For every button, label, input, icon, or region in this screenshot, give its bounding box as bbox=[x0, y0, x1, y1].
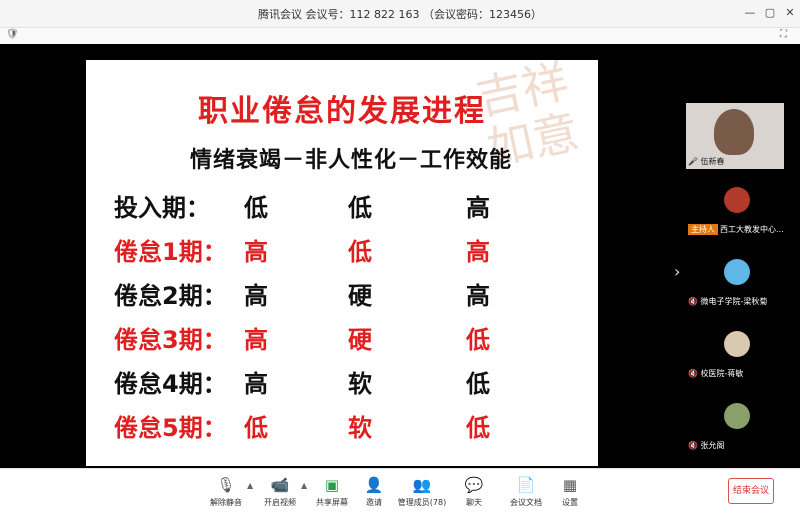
participant-tile[interactable]: 🔇 校医院-蒋敏 bbox=[686, 319, 784, 381]
row-value: 低 bbox=[348, 194, 372, 222]
members-icon: 👥 bbox=[412, 476, 432, 494]
title-bar: 腾讯会议 会议号：112 822 163 （会议密码：123456） — ▢ ✕ bbox=[0, 0, 800, 28]
row-value: 高 bbox=[466, 238, 490, 266]
row-value: 软 bbox=[348, 414, 372, 442]
mic-muted-icon: 🔇 bbox=[688, 441, 698, 450]
camera-off-icon: 📹 bbox=[270, 476, 290, 494]
row-value: 软 bbox=[348, 370, 372, 398]
row-value: 高 bbox=[244, 282, 268, 310]
avatar bbox=[724, 331, 750, 357]
row-label: 倦怠3期： bbox=[114, 326, 227, 354]
maximize-button[interactable]: ▢ bbox=[762, 5, 778, 21]
participant-tile[interactable]: 🔇 微电子学院-梁秋菊 bbox=[686, 247, 784, 309]
minimize-button[interactable]: — bbox=[742, 5, 758, 21]
invite-button[interactable]: 👤 邀请 bbox=[348, 475, 400, 508]
row-value: 低 bbox=[466, 326, 490, 354]
mic-muted-icon: 🔇 bbox=[688, 369, 698, 378]
row-value: 硬 bbox=[348, 326, 372, 354]
row-value: 低 bbox=[348, 238, 372, 266]
mic-muted-icon: 🎙 bbox=[216, 476, 236, 494]
slide-row: 倦怠4期： 高 软 低 bbox=[86, 364, 598, 402]
security-shield-icon[interactable]: 🛡 bbox=[6, 29, 19, 40]
manage-members-button[interactable]: 👥 管理成员(78) bbox=[396, 475, 448, 508]
add-user-icon: 👤 bbox=[364, 476, 384, 494]
meeting-toolbar: 🎙 解除静音 ▲ 📹 开启视频 ▲ ▣ 共享屏幕 👤 邀请 👥 管理成员(78)… bbox=[0, 468, 800, 517]
grid-settings-icon: ▦ bbox=[562, 476, 578, 494]
row-label: 倦怠5期： bbox=[114, 414, 227, 442]
row-value: 高 bbox=[244, 370, 268, 398]
shared-slide: 吉祥如意 职业倦怠的发展进程 情绪衰竭－非人性化－工作效能 投入期：低低高倦怠1… bbox=[86, 60, 598, 466]
row-value: 低 bbox=[244, 414, 268, 442]
slide-row: 倦怠2期： 高 硬 高 bbox=[86, 276, 598, 314]
participant-tile[interactable]: 🔇 张允阁 bbox=[686, 391, 784, 453]
settings-button[interactable]: ▦ 设置 bbox=[544, 475, 596, 508]
avatar bbox=[724, 259, 750, 285]
participant-name: 西工大教发中心... bbox=[720, 225, 784, 234]
chat-icon: 💬 bbox=[464, 476, 484, 494]
chevron-right-icon[interactable]: › bbox=[674, 262, 680, 281]
window-title: 腾讯会议 会议号：112 822 163 （会议密码：123456） bbox=[258, 8, 542, 21]
chevron-up-icon[interactable]: ▲ bbox=[247, 481, 253, 490]
close-button[interactable]: ✕ bbox=[782, 5, 798, 21]
start-video-button[interactable]: 📹 开启视频 bbox=[254, 475, 306, 508]
end-meeting-button[interactable]: 结束会议 bbox=[728, 478, 774, 504]
avatar bbox=[724, 187, 750, 213]
host-badge: 主持人 bbox=[688, 224, 718, 235]
participant-name: 张允阁 bbox=[700, 441, 725, 450]
row-value: 低 bbox=[466, 414, 490, 442]
participant-tile[interactable]: 🎤 伍新春 bbox=[686, 103, 784, 169]
slide-row: 倦怠5期： 低 软 低 bbox=[86, 408, 598, 446]
slide-row: 倦怠3期： 高 硬 低 bbox=[86, 320, 598, 358]
slide-row: 投入期： 低 低 高 bbox=[86, 188, 598, 226]
row-label: 倦怠2期： bbox=[114, 282, 227, 310]
row-value: 低 bbox=[244, 194, 268, 222]
avatar bbox=[724, 403, 750, 429]
participant-tile[interactable]: 主持人 西工大教发中心... bbox=[686, 175, 784, 237]
slide-row: 倦怠1期： 高 低 高 bbox=[86, 232, 598, 270]
row-label: 倦怠4期： bbox=[114, 370, 227, 398]
row-label: 倦怠1期： bbox=[114, 238, 227, 266]
slide-title: 职业倦怠的发展进程 bbox=[198, 94, 486, 129]
row-value: 高 bbox=[244, 238, 268, 266]
row-value: 低 bbox=[466, 370, 490, 398]
participant-name: 校医院-蒋敏 bbox=[700, 369, 744, 378]
participant-name: 微电子学院-梁秋菊 bbox=[700, 297, 768, 306]
slide-subtitle: 情绪衰竭－非人性化－工作效能 bbox=[190, 148, 513, 173]
participant-video bbox=[714, 109, 754, 155]
mic-muted-icon: 🔇 bbox=[688, 297, 698, 306]
row-value: 硬 bbox=[348, 282, 372, 310]
chat-button[interactable]: 💬 聊天 bbox=[448, 475, 500, 508]
row-label: 投入期： bbox=[114, 194, 210, 222]
fullscreen-icon[interactable]: ⛶ bbox=[780, 29, 787, 40]
unmute-button[interactable]: 🎙 解除静音 bbox=[200, 475, 252, 508]
participant-name: 伍新春 bbox=[700, 157, 725, 166]
row-value: 高 bbox=[466, 194, 490, 222]
secondary-bar: 🛡 ⛶ bbox=[0, 28, 800, 45]
row-value: 高 bbox=[466, 282, 490, 310]
mic-icon: 🎤 bbox=[688, 157, 698, 166]
row-value: 高 bbox=[244, 326, 268, 354]
